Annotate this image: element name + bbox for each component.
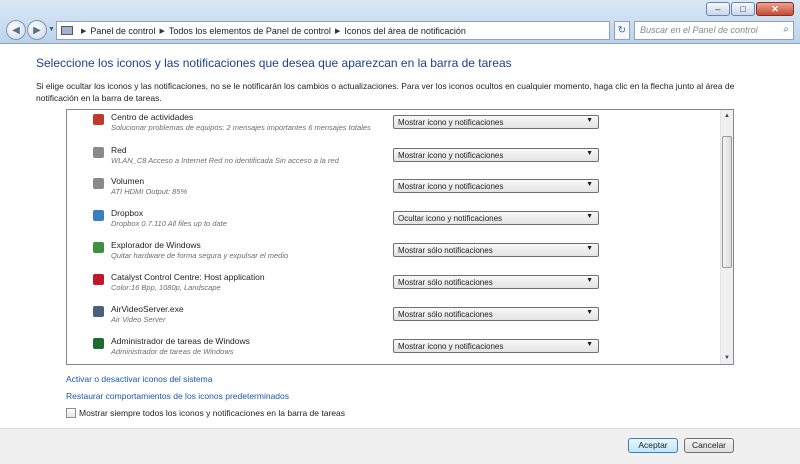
vertical-scrollbar[interactable]: ▲ ▼: [720, 110, 733, 364]
search-input[interactable]: Buscar en el Panel de control ⌕: [634, 21, 794, 40]
dropbox-icon: [93, 210, 104, 221]
behavior-select[interactable]: Mostrar sólo notificaciones ▼: [393, 307, 599, 321]
search-icon[interactable]: ⌕: [783, 24, 789, 35]
forward-arrow-icon: ▶: [33, 24, 41, 36]
chevron-down-icon: ▼: [586, 213, 593, 220]
item-name: Catalyst Control Centre: Host applicatio…: [111, 272, 265, 282]
always-show-option[interactable]: Mostrar siempre todos los iconos y notif…: [66, 408, 345, 418]
scroll-down-icon[interactable]: ▼: [721, 352, 733, 364]
list-item: Red WLAN_C8 Acceso a Internet Red no iden…: [67, 143, 721, 175]
item-status: Administrador de tareas de Windows: [111, 347, 234, 356]
item-status: Air Video Server: [111, 315, 166, 324]
item-name: Dropbox: [111, 208, 144, 218]
window-chrome: – □ ✕ ◀ ▶ ▼ ▶ Panel de control ▶ Todos l…: [0, 0, 800, 44]
item-name: Explorador de Windows: [111, 240, 201, 250]
behavior-value: Mostrar sólo notificaciones: [398, 278, 493, 287]
breadcrumb-control-panel[interactable]: Panel de control: [90, 26, 155, 36]
navigation-buttons: ◀ ▶ ▼: [6, 20, 58, 40]
chevron-right-icon[interactable]: ▶: [81, 27, 86, 35]
always-show-checkbox[interactable]: [66, 408, 76, 418]
search-placeholder: Buscar en el Panel de control: [640, 25, 758, 35]
item-name: Administrador de tareas de Windows: [111, 336, 250, 346]
list-item: Centro de actividades Solucionar problema…: [67, 110, 721, 142]
window-controls: – □ ✕: [705, 2, 794, 16]
chevron-down-icon: ▼: [586, 181, 593, 188]
app-window-icon: [93, 306, 104, 317]
always-show-label: Mostrar siempre todos los iconos y notif…: [79, 408, 345, 418]
chevron-down-icon: ▼: [586, 150, 593, 157]
behavior-value: Mostrar sólo notificaciones: [398, 246, 493, 255]
breadcrumb-all-items[interactable]: Todos los elementos de Panel de control: [169, 26, 331, 36]
item-status: Quitar hardware de forma segura y expuls…: [111, 251, 289, 260]
list-item: Volumen ATI HDMI Output: 85% Mostrar icono…: [67, 174, 721, 206]
dialog-footer: Aceptar Cancelar: [0, 428, 800, 464]
chevron-down-icon: ▼: [586, 341, 593, 348]
chevron-right-icon[interactable]: ▶: [335, 27, 340, 35]
accept-button[interactable]: Aceptar: [628, 438, 678, 453]
behavior-select[interactable]: Mostrar sólo notificaciones ▼: [393, 275, 599, 289]
usb-icon: [93, 242, 104, 253]
item-status: Solucionar problemas de equipos: 2 mensa…: [111, 123, 371, 132]
list-item: Catalyst Control Centre: Host applicatio…: [67, 270, 721, 302]
minimize-button[interactable]: –: [706, 2, 730, 16]
back-arrow-icon: ◀: [12, 24, 20, 36]
network-icon: [93, 147, 104, 158]
behavior-value: Mostrar icono y notificaciones: [398, 151, 504, 160]
item-name: Volumen: [111, 176, 145, 186]
behavior-select[interactable]: Ocultar icono y notificaciones ▼: [393, 211, 599, 225]
item-name: Red: [111, 145, 127, 155]
task-manager-icon: [93, 338, 104, 349]
page-title: Seleccione los iconos y las notificacion…: [36, 56, 512, 70]
system-icons-link[interactable]: Activar o desactivar iconos del sistema: [66, 374, 212, 384]
breadcrumb-notification-icons[interactable]: Iconos del área de notificación: [344, 26, 466, 36]
address-bar[interactable]: ▶ Panel de control ▶ Todos los elementos…: [56, 21, 610, 40]
behavior-select[interactable]: Mostrar icono y notificaciones ▼: [393, 115, 599, 129]
item-status: ATI HDMI Output: 85%: [111, 187, 188, 196]
behavior-value: Ocultar icono y notificaciones: [398, 214, 503, 223]
list-item: Explorador de Windows Quitar hardware de …: [67, 238, 721, 270]
flag-icon: [93, 114, 104, 125]
speaker-icon: [93, 178, 104, 189]
behavior-select[interactable]: Mostrar icono y notificaciones ▼: [393, 179, 599, 193]
behavior-value: Mostrar icono y notificaciones: [398, 342, 504, 351]
refresh-icon: ↻: [617, 25, 627, 36]
close-button[interactable]: ✕: [756, 2, 794, 16]
page-description: Si elige ocultar los iconos y las notifi…: [36, 81, 735, 103]
notification-icons-list[interactable]: Centro de actividades Solucionar problema…: [66, 109, 734, 365]
item-status: Dropbox 0.7.110 All files up to date: [111, 219, 227, 228]
item-status: Color:16 Bpp, 1080p, Landscape: [111, 283, 221, 292]
chevron-down-icon: ▼: [586, 117, 593, 124]
behavior-value: Mostrar sólo notificaciones: [398, 310, 493, 319]
maximize-button[interactable]: □: [731, 2, 755, 16]
forward-button[interactable]: ▶: [27, 20, 47, 40]
back-button[interactable]: ◀: [6, 20, 26, 40]
scroll-up-icon[interactable]: ▲: [721, 110, 733, 122]
behavior-select[interactable]: Mostrar sólo notificaciones ▼: [393, 243, 599, 257]
behavior-value: Mostrar icono y notificaciones: [398, 182, 504, 191]
ati-icon: [93, 274, 104, 285]
chevron-down-icon: ▼: [586, 309, 593, 316]
behavior-select[interactable]: Mostrar icono y notificaciones ▼: [393, 148, 599, 162]
behavior-value: Mostrar icono y notificaciones: [398, 118, 504, 127]
restore-defaults-link[interactable]: Restaurar comportamientos de los iconos …: [66, 391, 289, 401]
list-item: AirVideoServer.exe Air Video Server Mostra…: [67, 302, 721, 334]
item-name: Centro de actividades: [111, 112, 194, 122]
control-panel-icon: [61, 26, 73, 35]
chevron-down-icon: ▼: [586, 277, 593, 284]
chevron-down-icon: ▼: [48, 26, 55, 33]
item-status: WLAN_C8 Acceso a Internet Red no identif…: [111, 156, 339, 165]
scroll-thumb[interactable]: [722, 136, 732, 268]
refresh-button[interactable]: ↻: [614, 21, 630, 40]
item-name: AirVideoServer.exe: [111, 304, 184, 314]
list-item: Dropbox Dropbox 0.7.110 All files up to d…: [67, 206, 721, 238]
behavior-select[interactable]: Mostrar icono y notificaciones ▼: [393, 339, 599, 353]
chevron-right-icon[interactable]: ▶: [159, 27, 164, 35]
list-item: Administrador de tareas de Windows Admini…: [67, 334, 721, 364]
cancel-button[interactable]: Cancelar: [684, 438, 734, 453]
chevron-down-icon: ▼: [586, 245, 593, 252]
